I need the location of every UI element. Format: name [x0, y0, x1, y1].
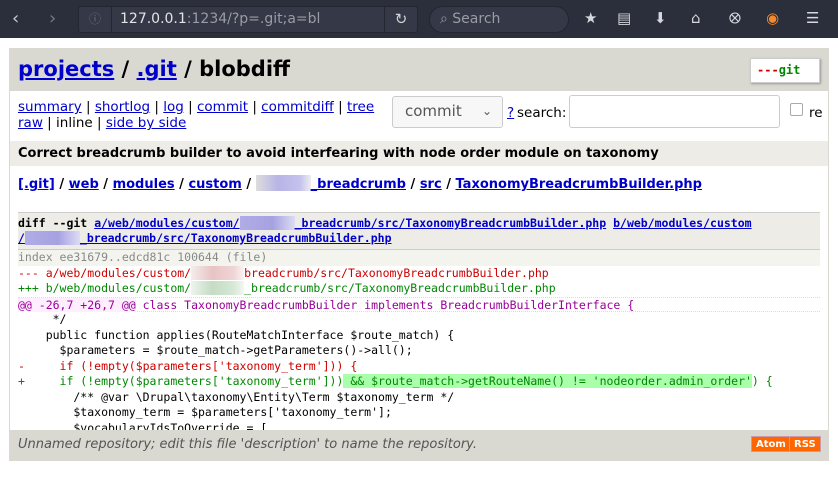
repo-description: Unnamed repository; edit this file 'desc…: [18, 437, 477, 452]
pocket-icon[interactable]: ⭙: [729, 9, 741, 27]
file-path-breadcrumb: [.git] / web / modules / custom / _bread…: [18, 175, 702, 192]
path-file[interactable]: TaxonomyBreadcrumbBuilder.php: [455, 177, 702, 192]
nav-commitdiff[interactable]: commitdiff: [261, 99, 334, 115]
nav-shortlog[interactable]: shortlog: [95, 99, 150, 115]
path-web[interactable]: web: [69, 177, 99, 192]
diff-context-line: $taxonomy_term = $parameters['taxonomy_t…: [18, 405, 392, 419]
nav-side-by-side[interactable]: side by side: [106, 115, 186, 131]
commit-title: Correct breadcrumb builder to avoid inte…: [10, 141, 828, 166]
path-custom[interactable]: custom: [188, 177, 241, 192]
atom-feed-button[interactable]: Atom: [751, 436, 791, 452]
diff-added-line: + if (!empty($parameters['taxonomy_term'…: [18, 374, 773, 388]
diff-index-line: index ee31679..edcd81c 100644 (file): [18, 250, 820, 266]
download-icon[interactable]: ⬇: [654, 9, 667, 27]
url-bar[interactable]: ⓘ 127.0.0.1:1234/?p=.git;a=blobdiff;f= ↻: [78, 6, 418, 33]
menu-icon[interactable]: ☰: [806, 9, 819, 27]
nav-summary[interactable]: summary: [18, 99, 82, 115]
diff-removed-line: - if (!empty($parameters['taxonomy_term'…: [18, 358, 358, 373]
nav-log[interactable]: log: [163, 99, 184, 115]
diff-a-link[interactable]: a/web/modules/custom/_breadcrumb/src/Tax…: [94, 216, 606, 230]
nav-bar: summary | shortlog | log | commit | comm…: [10, 91, 828, 141]
redacted-text: [255, 175, 311, 191]
diff-context-line: /** @var \Drupal\taxonomy\Entity\Term $t…: [18, 389, 455, 404]
nav-raw[interactable]: raw: [18, 115, 43, 131]
diff-context-line: */: [18, 312, 67, 326]
info-icon[interactable]: ⓘ: [79, 7, 112, 32]
diff-context-line: $parameters = $route_match->getParameter…: [18, 343, 413, 357]
search-input[interactable]: [569, 95, 780, 128]
chevron-down-icon: ⌄: [481, 104, 492, 118]
path-module-suffix: _breadcrumb: [310, 177, 406, 192]
back-icon[interactable]: ‹: [12, 8, 19, 29]
reload-icon[interactable]: ↻: [384, 7, 417, 32]
home-icon[interactable]: ⌂: [691, 9, 701, 27]
search-type-select[interactable]: commit ⌄: [392, 96, 503, 128]
path-module-dir[interactable]: _breadcrumb: [255, 175, 406, 192]
rss-feed-button[interactable]: RSS: [789, 436, 821, 452]
regex-checkbox[interactable]: [790, 103, 803, 116]
url-host: 127.0.0.1: [120, 11, 187, 27]
path-src[interactable]: src: [420, 177, 442, 192]
regex-label: re: [809, 105, 823, 121]
nav-inline: inline: [56, 115, 93, 131]
path-modules[interactable]: modules: [113, 177, 175, 192]
repo-link[interactable]: .git: [137, 57, 177, 81]
diff-context-line: public function applies(RouteMatchInterf…: [18, 327, 455, 342]
bookmark-star-icon[interactable]: ★: [584, 9, 597, 27]
browser-search[interactable]: ⌕ Search: [429, 6, 569, 33]
diff-chunk-header: @@ -26,7 +26,7 @@ class TaxonomyBreadcru…: [18, 296, 820, 312]
search-type-value: commit: [405, 102, 462, 120]
path-root[interactable]: [.git]: [18, 177, 55, 192]
search-icon: ⌕: [440, 11, 448, 27]
logo-text: git: [778, 63, 801, 77]
nav-tree[interactable]: tree: [347, 99, 374, 115]
diff-block: diff --git a/web/modules/custom/_breadcr…: [18, 212, 820, 436]
logo-minus-icon: ---: [757, 63, 779, 77]
gitweb-page: projects / .git / blobdiff ---git summar…: [9, 48, 829, 461]
search-label: search:: [517, 105, 567, 121]
forward-icon[interactable]: ›: [49, 8, 56, 29]
diff-from-file: --- a/web/modules/custom/breadcrumb/src/…: [18, 265, 549, 280]
diff-header: diff --git a/web/modules/custom/_breadcr…: [18, 212, 820, 250]
search-help-link[interactable]: ?: [507, 105, 514, 121]
page-title: blobdiff: [199, 57, 291, 81]
diff-prefix: diff --git: [18, 216, 88, 230]
projects-link[interactable]: projects: [18, 57, 114, 81]
url-rest: :1234/?p=.git;a=blobdiff;f=: [186, 11, 320, 27]
page-footer: Unnamed repository; edit this file 'desc…: [10, 430, 828, 460]
page-header: projects / .git / blobdiff ---git: [10, 49, 828, 91]
reading-list-icon[interactable]: ▤: [617, 9, 631, 27]
nav-commit[interactable]: commit: [197, 99, 248, 115]
browser-toolbar: ‹ › ⓘ 127.0.0.1:1234/?p=.git;a=blobdiff;…: [0, 0, 838, 38]
firefox-account-icon[interactable]: ◉: [766, 9, 779, 27]
diff-to-file: +++ b/web/modules/custom/_breadcrumb/src…: [18, 281, 556, 295]
search-placeholder: Search: [452, 11, 501, 27]
git-logo[interactable]: ---git: [750, 58, 820, 83]
diff-highlight: && $route_match->getRouteName() != 'node…: [343, 374, 752, 388]
